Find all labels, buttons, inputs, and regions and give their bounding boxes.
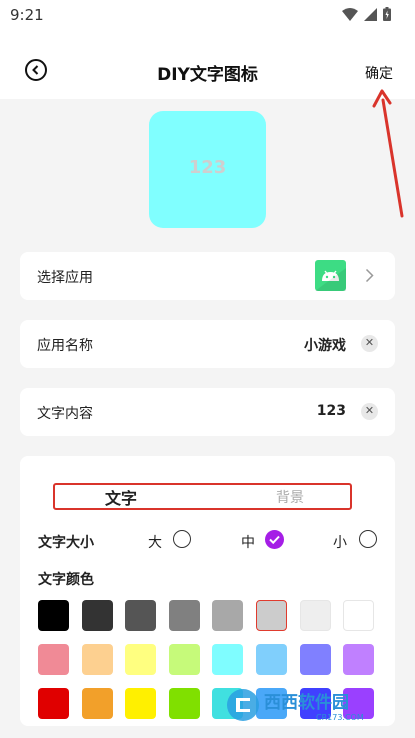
size-large-radio[interactable] (173, 530, 191, 548)
color-swatch[interactable] (38, 600, 69, 631)
size-small-radio[interactable] (359, 530, 377, 548)
color-swatch[interactable] (81, 644, 113, 675)
annotation-arrow (372, 89, 404, 218)
chevron-right-icon (365, 268, 374, 283)
color-swatch[interactable] (256, 600, 287, 631)
app-name-row[interactable]: 应用名称 小游戏 ✕ (20, 320, 395, 368)
color-swatch[interactable] (343, 644, 375, 675)
signal-icon (364, 7, 377, 21)
color-swatch[interactable] (212, 600, 244, 631)
color-swatch[interactable] (343, 600, 375, 631)
color-swatch[interactable] (81, 600, 113, 631)
color-swatch[interactable] (299, 644, 331, 675)
text-content-label: 文字内容 (37, 406, 93, 422)
size-medium-label: 中 (241, 535, 255, 551)
select-app-row[interactable]: 选择应用 (20, 252, 395, 300)
color-swatch[interactable] (212, 644, 244, 675)
app-bar: DIY文字图标 确定 (0, 32, 415, 99)
battery-icon (383, 7, 391, 21)
color-swatch[interactable] (256, 644, 287, 675)
select-app-label: 选择应用 (37, 270, 93, 286)
svg-text:CR173.COM: CR173.COM (316, 713, 364, 722)
clear-app-name-button[interactable]: ✕ (361, 335, 378, 352)
color-swatch[interactable] (299, 600, 331, 631)
confirm-button[interactable]: 确定 (365, 63, 393, 83)
icon-preview-text: 123 (188, 157, 227, 178)
annotation-highlight-box (53, 483, 352, 510)
close-icon: ✕ (364, 336, 375, 349)
size-large-label: 大 (148, 535, 162, 551)
color-swatch[interactable] (125, 688, 157, 719)
text-content-row[interactable]: 文字内容 123 ✕ (20, 388, 395, 436)
text-color-label: 文字颜色 (38, 572, 94, 588)
color-swatch[interactable] (168, 600, 200, 631)
svg-text:西西软件园: 西西软件园 (264, 692, 349, 713)
status-time: 9:21 (10, 6, 44, 24)
app-name-value[interactable]: 小游戏 (304, 335, 346, 355)
site-watermark-logo: 西西软件园 CR173.COM (227, 689, 364, 722)
app-name-label: 应用名称 (37, 338, 93, 354)
text-content-value[interactable]: 123 (317, 403, 346, 419)
color-swatch[interactable] (81, 688, 113, 719)
close-icon: ✕ (364, 404, 375, 417)
status-bar: 9:21 (0, 0, 415, 32)
clear-text-content-button[interactable]: ✕ (361, 403, 378, 420)
check-icon (269, 535, 280, 545)
color-swatch[interactable] (38, 644, 69, 675)
wifi-icon (342, 7, 358, 21)
color-swatch[interactable] (125, 600, 157, 631)
size-small-label: 小 (333, 535, 347, 551)
status-icons (342, 7, 391, 21)
color-swatch[interactable] (168, 644, 200, 675)
color-swatch[interactable] (168, 688, 200, 719)
text-size-label: 文字大小 (38, 535, 94, 551)
color-swatch[interactable] (38, 688, 69, 719)
color-swatch[interactable] (125, 644, 157, 675)
page-title: DIY文字图标 (157, 65, 258, 85)
android-app-icon (315, 260, 346, 291)
size-medium-radio[interactable] (265, 530, 284, 549)
icon-preview: 123 (149, 111, 266, 228)
